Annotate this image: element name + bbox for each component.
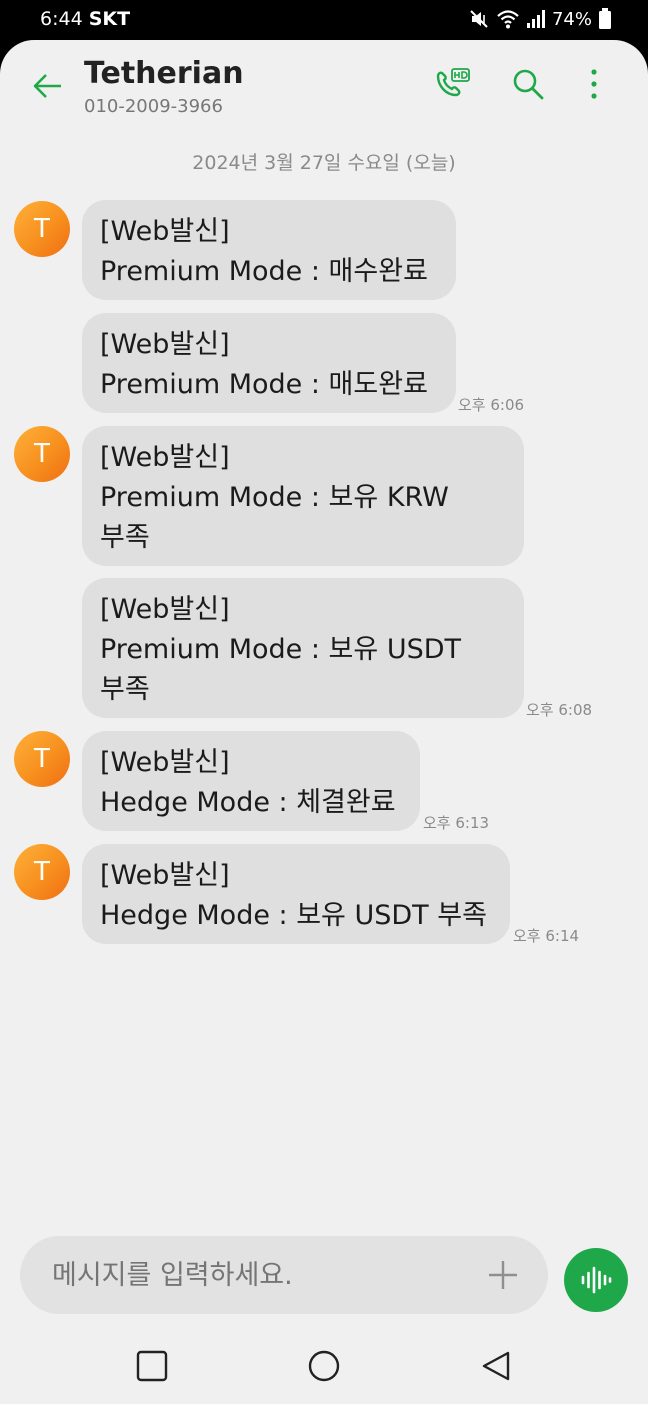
messages-screen: Tetherian 010-2009-3966 2024년 3월 27일 수요일… <box>0 40 648 1404</box>
nav-back-icon[interactable] <box>480 1350 512 1382</box>
message-time: 오후 6:14 <box>513 927 580 945</box>
message-composer <box>20 1236 548 1316</box>
message-bubble[interactable]: [Web발신] Premium Mode : 보유 USDT 부족 <box>82 578 524 718</box>
message-time: 오후 6:08 <box>526 701 593 719</box>
plus-icon[interactable] <box>486 1258 520 1292</box>
search-icon[interactable] <box>510 66 546 102</box>
message-input[interactable] <box>50 1236 474 1316</box>
signal-icon <box>526 10 545 28</box>
avatar-letter: T <box>34 744 50 774</box>
battery-icon <box>599 8 611 29</box>
sender-avatar[interactable]: T <box>14 201 70 257</box>
status-right: 74% <box>468 8 612 30</box>
sender-avatar[interactable]: T <box>14 731 70 787</box>
hd-call-icon[interactable] <box>432 64 472 104</box>
status-left: 6:44 SKT <box>40 8 130 30</box>
voice-input-button[interactable] <box>564 1248 628 1312</box>
more-vert-icon[interactable] <box>582 66 606 102</box>
date-separator: 2024년 3월 27일 수요일 (오늘) <box>192 152 456 174</box>
sender-avatar[interactable]: T <box>14 426 70 482</box>
contact-name[interactable]: Tetherian <box>84 56 244 91</box>
status-bar: 6:44 SKT 74% <box>0 0 648 40</box>
voice-wave-icon <box>581 1266 612 1294</box>
back-arrow-icon[interactable] <box>30 68 66 104</box>
avatar-letter: T <box>34 439 50 469</box>
wifi-icon <box>497 10 519 29</box>
message-time: 오후 6:06 <box>458 396 525 414</box>
message-bubble[interactable]: [Web발신] Hedge Mode : 체결완료 <box>82 731 420 831</box>
message-bubble[interactable]: [Web발신] Premium Mode : 보유 KRW 부족 <box>82 426 524 566</box>
message-time: 오후 6:13 <box>423 814 490 832</box>
system-nav-bar <box>0 1330 648 1404</box>
sender-avatar[interactable]: T <box>14 844 70 900</box>
message-bubble[interactable]: [Web발신] Hedge Mode : 보유 USDT 부족 <box>82 844 510 944</box>
app-bar: Tetherian 010-2009-3966 <box>0 40 648 140</box>
carrier-name: SKT <box>88 8 131 30</box>
status-time: 6:44 <box>40 8 83 30</box>
mute-icon <box>470 10 488 28</box>
avatar-letter: T <box>34 857 50 887</box>
recent-apps-icon[interactable] <box>136 1350 168 1382</box>
home-icon[interactable] <box>308 1350 340 1382</box>
message-bubble[interactable]: [Web발신] Premium Mode : 매수완료 <box>82 200 456 300</box>
avatar-letter: T <box>34 214 50 244</box>
battery-percent: 74% <box>551 8 592 30</box>
contact-phone: 010-2009-3966 <box>84 96 223 117</box>
message-bubble[interactable]: [Web발신] Premium Mode : 매도완료 <box>82 313 456 413</box>
